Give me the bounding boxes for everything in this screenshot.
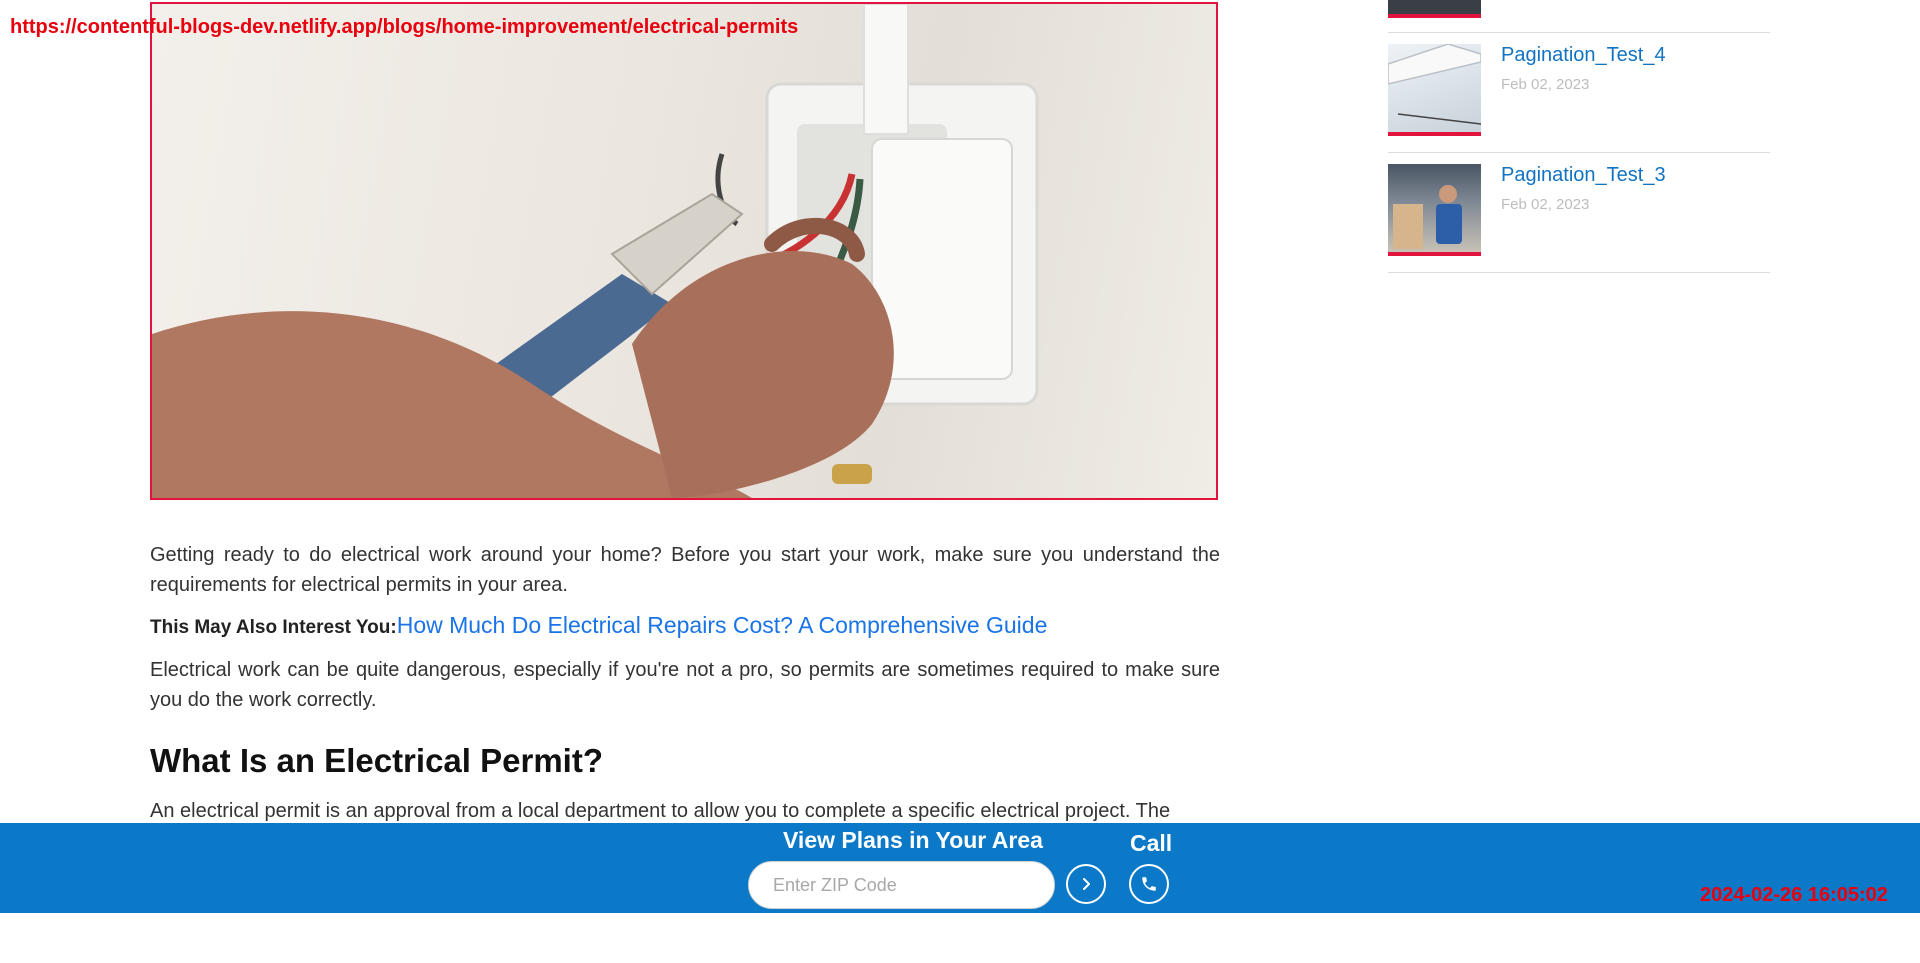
- related-article: This May Also Interest You:How Much Do E…: [150, 612, 1220, 639]
- hero-image: [150, 2, 1218, 500]
- sidebar-item-pagination-test-4[interactable]: Pagination_Test_4 Feb 02, 2023: [1388, 32, 1770, 153]
- call-label: Call: [1130, 830, 1173, 856]
- call-button[interactable]: [1129, 864, 1169, 904]
- view-plans-bar: View Plans in Your Area Call: [0, 823, 1920, 913]
- related-label: This May Also Interest You:: [150, 617, 397, 638]
- definition-paragraph: An electrical permit is an approval from…: [150, 800, 1171, 822]
- url-overlay: https://contentful-blogs-dev.netlify.app…: [10, 16, 799, 38]
- view-plans-title: View Plans in Your Area: [783, 827, 1043, 853]
- zip-code-input[interactable]: [748, 861, 1055, 909]
- related-article-link[interactable]: How Much Do Electrical Repairs Cost? A C…: [397, 612, 1048, 638]
- section-heading: What Is an Electrical Permit?: [150, 742, 603, 779]
- intro-paragraph: Getting ready to do electrical work arou…: [150, 544, 1220, 596]
- sidebar-thumbnail: [1388, 44, 1481, 136]
- sidebar-item-prev[interactable]: [1388, 0, 1770, 33]
- phone-icon: [1142, 877, 1156, 891]
- sidebar-item-title[interactable]: Pagination_Test_3: [1501, 164, 1666, 187]
- sidebar-item-date: Feb 02, 2023: [1501, 196, 1590, 213]
- timestamp-overlay: 2024-02-26 16:05:02: [1700, 884, 1888, 906]
- body-paragraph: Electrical work can be quite dangerous, …: [150, 659, 1220, 711]
- chevron-right-icon: [1083, 878, 1090, 890]
- sidebar-thumbnail: [1388, 0, 1481, 18]
- sidebar-item-title[interactable]: Pagination_Test_4: [1501, 44, 1666, 67]
- sidebar-thumbnail: [1388, 164, 1481, 256]
- sidebar-item-date: Feb 02, 2023: [1501, 76, 1590, 93]
- sidebar-item-pagination-test-3[interactable]: Pagination_Test_3 Feb 02, 2023: [1388, 152, 1770, 273]
- zip-submit-button[interactable]: [1066, 864, 1106, 904]
